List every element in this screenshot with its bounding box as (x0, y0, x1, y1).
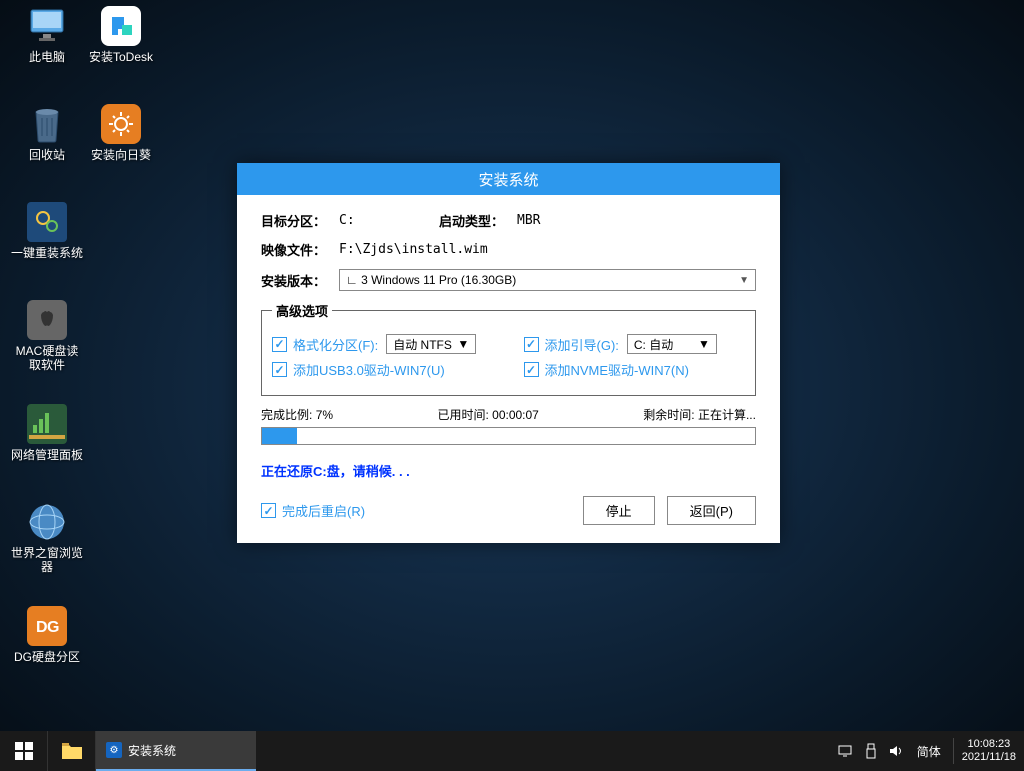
gears-icon (27, 202, 67, 242)
image-file-label: 映像文件： (261, 240, 339, 259)
elapsed-time-label: 已用时间: 00:00:07 (437, 406, 538, 423)
apple-disk-icon (27, 300, 67, 340)
desktop-icon-recycle-bin[interactable]: 回收站 (10, 104, 84, 162)
taskbar: ⚙ 安装系统 简体 10:08:23 2021/11/18 (0, 731, 1024, 771)
ime-indicator[interactable]: 简体 (917, 743, 941, 760)
desktop-icon-label: 此电脑 (10, 50, 84, 64)
file-explorer-button[interactable] (48, 731, 96, 771)
format-partition-label: 格式化分区(F): (293, 335, 378, 354)
todesk-icon (101, 6, 141, 46)
chevron-down-icon: ▼ (698, 337, 710, 351)
usb3-driver-checkbox[interactable]: ✓ (272, 362, 287, 377)
install-version-label: 安装版本： (261, 271, 339, 290)
desktop-icon-mac-disk[interactable]: MAC硬盘读取软件 (10, 300, 84, 373)
install-system-dialog: 安装系统 目标分区： C: 启动类型： MBR 映像文件： F:\Zjds\in… (237, 163, 780, 543)
back-button[interactable]: 返回(P) (667, 496, 756, 525)
target-partition-label: 目标分区： (261, 211, 339, 230)
system-tray: 简体 10:08:23 2021/11/18 (837, 731, 1024, 771)
restart-after-label: 完成后重启(R) (282, 501, 365, 520)
advanced-options-legend: 高级选项 (272, 301, 332, 320)
network-tray-icon[interactable] (837, 744, 853, 758)
monitor-icon (27, 6, 67, 46)
usb3-driver-label: 添加USB3.0驱动-WIN7(U) (293, 360, 445, 379)
desktop-icon-this-pc[interactable]: 此电脑 (10, 6, 84, 64)
usb-tray-icon[interactable] (865, 743, 877, 759)
progress-complete-label: 完成比例: 7% (261, 406, 333, 423)
svg-text:D: D (36, 619, 48, 636)
folder-icon (61, 742, 83, 760)
svg-text:G: G (47, 619, 59, 636)
desktop-icon-todesk[interactable]: 安装ToDesk (84, 6, 158, 64)
nvme-driver-label: 添加NVME驱动-WIN7(N) (545, 360, 689, 379)
remaining-time-label: 剩余时间: 正在计算... (643, 406, 756, 423)
globe-icon (27, 502, 67, 542)
desktop-icon-sunflower[interactable]: 安装向日葵 (84, 104, 158, 162)
progress-fill (262, 428, 297, 444)
add-boot-dropdown[interactable]: C: 自动 ▼ (627, 334, 717, 354)
network-panel-icon (27, 404, 67, 444)
taskbar-task-install-system[interactable]: ⚙ 安装系统 (96, 731, 256, 771)
advanced-options-fieldset: 高级选项 ✓ 格式化分区(F): 自动 NTFS ▼ ✓ 添加引导(G): C:… (261, 301, 756, 396)
target-partition-value: C: (339, 213, 439, 228)
stop-button[interactable]: 停止 (583, 496, 655, 525)
format-partition-checkbox[interactable]: ✓ (272, 337, 287, 352)
desktop-icon-label: 安装向日葵 (84, 148, 158, 162)
desktop-icon-reinstall[interactable]: 一键重装系统 (10, 202, 84, 260)
restart-after-checkbox[interactable]: ✓ (261, 503, 276, 518)
install-version-dropdown[interactable]: ∟ 3 Windows 11 Pro (16.30GB) ▼ (339, 269, 756, 291)
format-fs-dropdown[interactable]: 自动 NTFS ▼ (386, 334, 476, 354)
dialog-title: 安装系统 (478, 169, 538, 190)
desktop-icon-label: 世界之窗浏览器 (10, 546, 84, 575)
clock-time: 10:08:23 (962, 738, 1016, 751)
chevron-down-icon: ▼ (739, 275, 749, 286)
start-button[interactable] (0, 731, 48, 771)
clock[interactable]: 10:08:23 2021/11/18 (953, 738, 1016, 764)
desktop-icon-label: 回收站 (10, 148, 84, 162)
disk-genius-icon: DG (27, 606, 67, 646)
desktop-icon-label: DG硬盘分区 (10, 650, 84, 664)
taskbar-task-label: 安装系统 (128, 742, 176, 759)
boot-type-label: 启动类型： (439, 211, 517, 230)
desktop-icon-label: 一键重装系统 (10, 246, 84, 260)
clock-date: 2021/11/18 (962, 751, 1016, 764)
image-file-value: F:\Zjds\install.wim (339, 242, 488, 257)
sunflower-icon (101, 104, 141, 144)
desktop-icon-label: 安装ToDesk (84, 50, 158, 64)
desktop-icon-theworld-browser[interactable]: 世界之窗浏览器 (10, 502, 84, 575)
desktop-icon-dg-partition[interactable]: DG DG硬盘分区 (10, 606, 84, 664)
status-text: 正在还原C:盘，请稍候. . . (261, 461, 756, 480)
volume-tray-icon[interactable] (889, 744, 905, 758)
progress-bar (261, 427, 756, 445)
add-boot-checkbox[interactable]: ✓ (524, 337, 539, 352)
chevron-down-icon: ▼ (457, 337, 469, 351)
boot-type-value: MBR (517, 213, 540, 228)
windows-logo-icon (15, 742, 33, 760)
desktop-icon-network-panel[interactable]: 网络管理面板 (10, 404, 84, 462)
add-boot-label: 添加引导(G): (545, 335, 619, 354)
nvme-driver-checkbox[interactable]: ✓ (524, 362, 539, 377)
dialog-title-bar[interactable]: 安装系统 (237, 163, 780, 195)
gears-icon: ⚙ (106, 742, 122, 758)
trash-icon (27, 104, 67, 144)
desktop-icon-label: MAC硬盘读取软件 (10, 344, 84, 373)
desktop-icon-label: 网络管理面板 (10, 448, 84, 462)
install-version-value: ∟ 3 Windows 11 Pro (16.30GB) (346, 273, 516, 287)
